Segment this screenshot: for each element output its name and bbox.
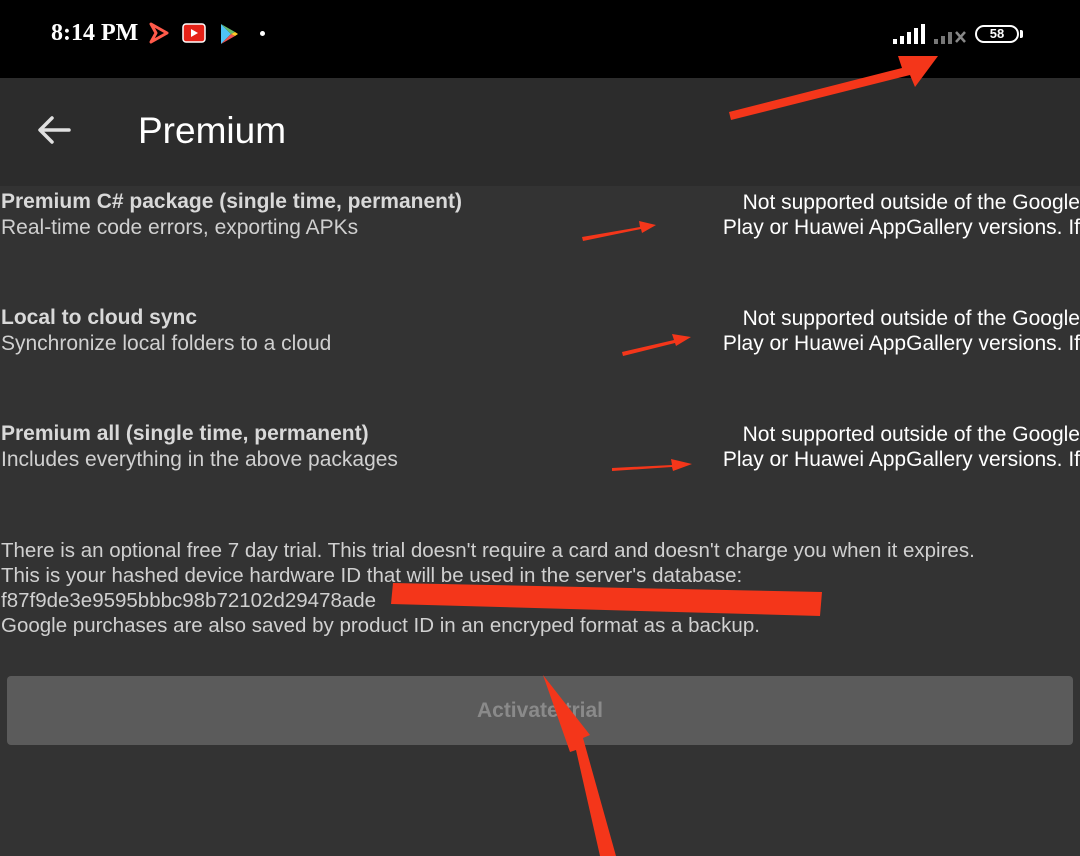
back-button[interactable]	[28, 106, 80, 158]
package-status-line: Not supported outside of the Google	[742, 307, 1080, 330]
package-description: Synchronize local folders to a cloud	[1, 332, 332, 355]
signal-off-icon	[933, 24, 967, 48]
package-row-csharp: Premium C# package (single time, permane…	[0, 190, 1080, 250]
package-status-line: Play or Huawei AppGallery versions. If	[722, 332, 1080, 355]
backup-info-text: Google purchases are also saved by produ…	[1, 614, 760, 637]
package-title: Premium C# package (single time, permane…	[1, 190, 462, 213]
package-status-line: Play or Huawei AppGallery versions. If	[722, 216, 1080, 239]
play-arrow-icon	[148, 22, 170, 48]
package-row-cloud-sync: Local to cloud sync Synchronize local fo…	[0, 306, 1080, 366]
package-status-line: Not supported outside of the Google	[742, 191, 1080, 214]
trial-info: There is an optional free 7 day trial. T…	[1, 538, 975, 638]
package-status: Not supported outside of the Google Play…	[680, 306, 1080, 356]
dot-icon	[260, 31, 265, 36]
signal-icon	[892, 24, 926, 48]
status-bar: 8:14 PM 58	[0, 0, 1080, 78]
battery-tip	[1020, 30, 1023, 38]
trial-info-text: There is an optional free 7 day trial. T…	[1, 539, 975, 562]
package-title: Local to cloud sync	[1, 306, 198, 329]
package-status: Not supported outside of the Google Play…	[680, 190, 1080, 240]
battery-icon: 58	[975, 25, 1019, 43]
status-time: 8:14 PM	[51, 20, 139, 46]
package-row-premium-all: Premium all (single time, permanent) Inc…	[0, 422, 1080, 482]
package-status-line: Not supported outside of the Google	[742, 423, 1080, 446]
package-description: Real-time code errors, exporting APKs	[1, 216, 359, 239]
arrow-left-icon	[37, 115, 71, 149]
hardware-id-value: f87f9de3e9595bbbc98b72102d29478ade	[1, 589, 377, 612]
app-toolbar: Premium	[0, 78, 1080, 186]
package-status: Not supported outside of the Google Play…	[680, 422, 1080, 472]
youtube-icon	[182, 22, 206, 48]
activate-trial-button[interactable]: Activate trial	[7, 676, 1073, 745]
package-description: Includes everything in the above package…	[1, 448, 398, 471]
package-status-line: Play or Huawei AppGallery versions. If	[722, 448, 1080, 471]
hardware-id-label: This is your hashed device hardware ID t…	[1, 564, 743, 587]
package-title: Premium all (single time, permanent)	[1, 422, 369, 445]
page-title: Premium	[138, 110, 287, 151]
play-store-icon	[218, 22, 240, 50]
